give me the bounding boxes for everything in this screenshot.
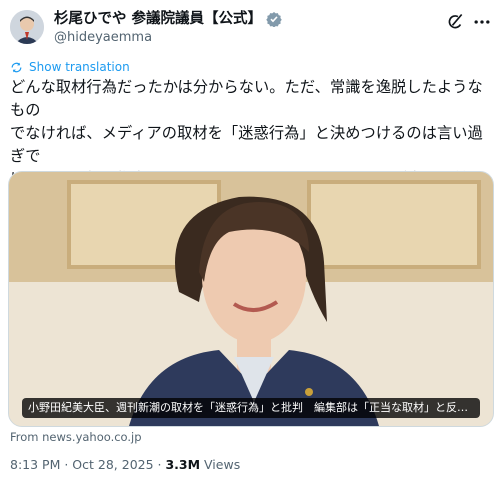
meta-separator: · xyxy=(60,457,73,472)
avatar[interactable] xyxy=(10,10,44,44)
link-card[interactable]: 小野田紀美大臣、週刊新潮の取材を「迷惑行為」と批判 編集部は「正当な取材」と反… xyxy=(8,171,494,427)
author-name-row[interactable]: 杉尾ひでや 参議院議員【公式】 xyxy=(54,10,282,28)
translate-icon xyxy=(11,62,22,72)
author-handle[interactable]: @hideyaemma xyxy=(54,30,152,45)
show-translation-label[interactable]: Show translation xyxy=(29,60,130,74)
tweet-time[interactable]: 8:13 PM xyxy=(10,457,60,472)
tweet-header: 杉尾ひでや 参議院議員【公式】 @hideyaemma xyxy=(0,0,500,52)
author-display-name[interactable]: 杉尾ひでや 参議院議員【公式】 xyxy=(54,10,262,28)
card-photo xyxy=(9,172,493,426)
tweet-date[interactable]: Oct 28, 2025 xyxy=(72,457,153,472)
tweet-meta: 8:13 PM · Oct 28, 2025 · 3.3M Views xyxy=(10,457,240,472)
grok-icon[interactable] xyxy=(445,12,465,32)
verified-badge-icon xyxy=(266,12,282,27)
card-caption: 小野田紀美大臣、週刊新潮の取材を「迷惑行為」と批判 編集部は「正当な取材」と反… xyxy=(22,398,480,418)
more-icon[interactable] xyxy=(472,12,492,32)
card-source[interactable]: From news.yahoo.co.jp xyxy=(10,430,142,444)
meta-separator: · xyxy=(153,457,166,472)
views-label: Views xyxy=(200,457,241,472)
show-translation-link[interactable]: Show translation xyxy=(10,60,130,74)
views-count: 3.3M xyxy=(165,457,201,472)
